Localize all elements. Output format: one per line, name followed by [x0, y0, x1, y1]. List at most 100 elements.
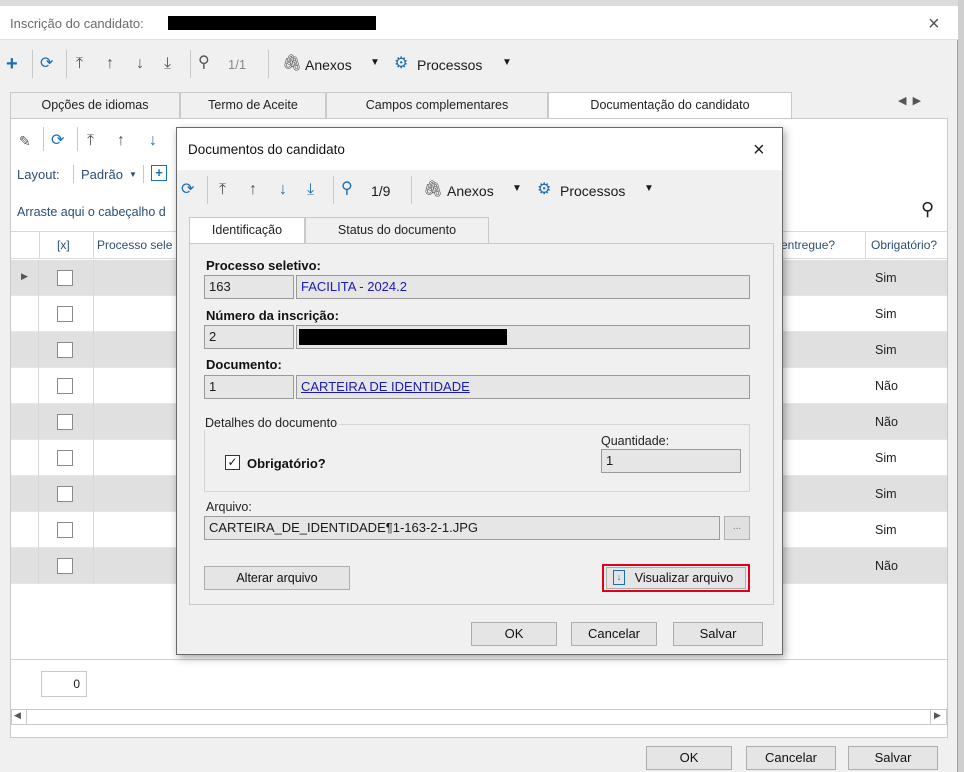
- tab-scroll-arrows[interactable]: ◀ ▶: [898, 94, 948, 114]
- processos-menu[interactable]: Processos: [560, 183, 625, 199]
- chevron-down-icon[interactable]: ▼: [512, 183, 522, 194]
- add-layout-icon[interactable]: +: [151, 165, 167, 181]
- documento-code-field[interactable]: 1: [204, 375, 294, 399]
- refresh-icon[interactable]: ⟳: [51, 131, 64, 151]
- check-icon: ✓: [227, 455, 238, 469]
- inscricao-code-field[interactable]: 2: [204, 325, 294, 349]
- save-button[interactable]: Salvar: [848, 746, 938, 770]
- gear-icon: ⚙: [394, 55, 409, 72]
- obrigatorio-cell: Não: [875, 559, 898, 573]
- tab-idiomas[interactable]: Opções de idiomas: [10, 92, 180, 118]
- previous-record-icon[interactable]: ↑: [249, 180, 257, 200]
- cancel-button[interactable]: Cancelar: [746, 746, 836, 770]
- scroll-right-icon[interactable]: ▶: [934, 710, 941, 721]
- first-record-icon[interactable]: ⤒: [219, 180, 226, 200]
- first-record-icon[interactable]: ⤒: [87, 131, 94, 151]
- processos-menu[interactable]: Processos: [417, 57, 482, 73]
- column-check[interactable]: [x]: [57, 238, 70, 252]
- layout-label: Layout:: [17, 167, 60, 182]
- chevron-down-icon[interactable]: ▼: [370, 57, 380, 68]
- close-icon[interactable]: ×: [928, 14, 940, 34]
- tab-documentacao[interactable]: Documentação do candidato: [548, 92, 792, 119]
- inscricao-name-field[interactable]: [296, 325, 750, 349]
- layout-selector[interactable]: Padrão: [81, 167, 123, 182]
- quantidade-label: Quantidade:: [601, 434, 670, 448]
- redacted-name: [168, 16, 376, 30]
- next-record-icon[interactable]: ↓: [136, 54, 144, 74]
- record-counter: 1/9: [371, 183, 391, 199]
- documento-name-field[interactable]: CARTEIRA DE IDENTIDADE: [296, 375, 750, 399]
- processo-name-field[interactable]: FACILITA - 2024.2: [296, 275, 750, 299]
- gear-icon: ⚙: [537, 181, 552, 198]
- row-checkbox[interactable]: [57, 558, 73, 574]
- previous-record-icon[interactable]: ↑: [117, 131, 125, 151]
- close-icon[interactable]: ×: [753, 140, 765, 160]
- dialog-toolbar: ⟳ ⤒ ↑ ↓ ⤓ ⚲ 1/9 🖇 Anexos ▼ ⚙ Processos ▼: [177, 172, 782, 208]
- anexos-menu[interactable]: Anexos: [447, 183, 494, 199]
- edit-icon[interactable]: ✎: [19, 131, 31, 151]
- row-checkbox[interactable]: [57, 486, 73, 502]
- arquivo-label: Arquivo:: [206, 500, 252, 514]
- visualizar-label: Visualizar arquivo: [634, 571, 734, 585]
- row-checkbox[interactable]: [57, 378, 73, 394]
- obrigatorio-cell: Sim: [875, 487, 897, 501]
- last-record-icon[interactable]: ⤓: [164, 54, 171, 74]
- obrigatorio-label: Obrigatório?: [247, 456, 326, 471]
- scroll-left-icon[interactable]: ◀: [14, 710, 21, 721]
- first-record-icon[interactable]: ⤒: [76, 54, 83, 74]
- row-checkbox[interactable]: [57, 450, 73, 466]
- main-toolbar: + ⟳ ⤒ ↑ ↓ ⤓ ⚲ 1/1 🖇 Anexos ▼ ⚙ Processos…: [0, 44, 958, 84]
- previous-record-icon[interactable]: ↑: [106, 54, 114, 74]
- download-file-icon: ↓: [613, 570, 625, 585]
- anexos-menu[interactable]: Anexos: [305, 57, 352, 73]
- obrigatorio-cell: Sim: [875, 451, 897, 465]
- row-checkbox[interactable]: [57, 522, 73, 538]
- cancel-button[interactable]: Cancelar: [571, 622, 657, 646]
- row-checkbox[interactable]: [57, 270, 73, 286]
- tab-identificacao[interactable]: Identificação: [189, 217, 305, 244]
- column-processo[interactable]: Processo sele: [97, 238, 172, 252]
- tab-termo-aceite[interactable]: Termo de Aceite: [180, 92, 326, 118]
- next-record-icon[interactable]: ↓: [279, 180, 287, 200]
- visualizar-arquivo-button[interactable]: ↓ Visualizar arquivo: [606, 567, 746, 589]
- window-title: Inscrição do candidato:: [10, 16, 144, 31]
- chevron-down-icon[interactable]: ▼: [644, 183, 654, 194]
- horizontal-scrollbar[interactable]: ◀ ▶: [11, 709, 947, 725]
- detalhes-legend: Detalhes do documento: [203, 416, 340, 430]
- save-button[interactable]: Salvar: [673, 622, 763, 646]
- documento-label: Documento:: [206, 357, 282, 372]
- ok-button[interactable]: OK: [646, 746, 732, 770]
- refresh-icon[interactable]: ⟳: [40, 54, 53, 74]
- column-entregue[interactable]: entregue?: [781, 238, 835, 252]
- refresh-icon[interactable]: ⟳: [181, 180, 194, 200]
- obrigatorio-cell: Sim: [875, 523, 897, 537]
- obrigatorio-checkbox[interactable]: ✓: [225, 455, 240, 470]
- window-edge: [958, 0, 964, 772]
- search-icon[interactable]: ⚲: [198, 53, 210, 73]
- processo-code-field[interactable]: 163: [204, 275, 294, 299]
- arquivo-field[interactable]: CARTEIRA_DE_IDENTIDADE¶1-163-2-1.JPG: [204, 516, 720, 540]
- search-icon[interactable]: ⚲: [341, 179, 353, 199]
- chevron-down-icon[interactable]: ▼: [502, 57, 512, 68]
- row-checkbox[interactable]: [57, 306, 73, 322]
- last-record-icon[interactable]: ⤓: [307, 180, 314, 200]
- obrigatorio-cell: Não: [875, 415, 898, 429]
- quantidade-field[interactable]: 1: [601, 449, 741, 473]
- add-icon[interactable]: +: [6, 54, 18, 74]
- obrigatorio-cell: Não: [875, 379, 898, 393]
- alterar-arquivo-button[interactable]: Alterar arquivo: [204, 566, 350, 590]
- dialog-titlebar: Documentos do candidato ×: [177, 128, 782, 170]
- browse-button[interactable]: ...: [724, 516, 750, 540]
- column-obrigatorio[interactable]: Obrigatório?: [871, 238, 937, 252]
- documents-dialog: Documentos do candidato × ⟳ ⤒ ↑ ↓ ⤓ ⚲ 1/…: [176, 127, 783, 655]
- search-icon[interactable]: ⚲: [921, 199, 934, 220]
- ok-button[interactable]: OK: [471, 622, 557, 646]
- processo-label: Processo seletivo:: [206, 258, 321, 273]
- chevron-down-icon[interactable]: ▼: [129, 170, 137, 179]
- row-checkbox[interactable]: [57, 414, 73, 430]
- tab-campos-complementares[interactable]: Campos complementares: [326, 92, 548, 118]
- next-record-icon[interactable]: ↓: [149, 131, 157, 151]
- row-checkbox[interactable]: [57, 342, 73, 358]
- group-by-hint: Arraste aqui o cabeçalho d: [17, 205, 166, 219]
- tab-status-documento[interactable]: Status do documento: [305, 217, 489, 243]
